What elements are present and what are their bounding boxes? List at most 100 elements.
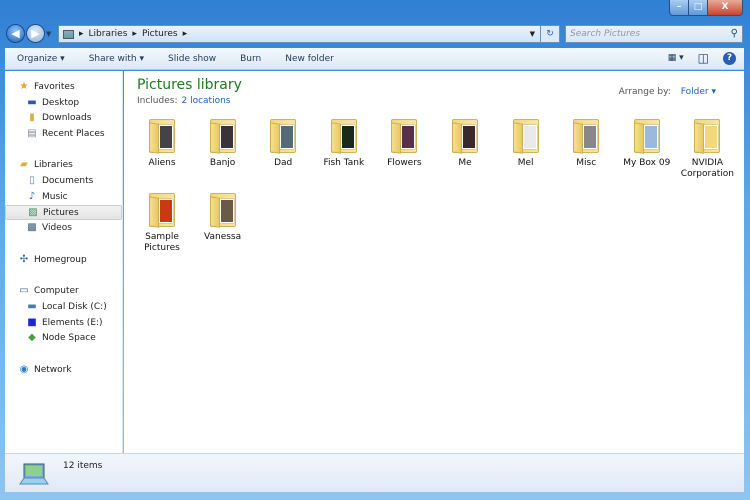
folder-icon bbox=[208, 191, 238, 229]
sidebar-item-pictures[interactable]: ▨ Pictures bbox=[5, 205, 122, 220]
folder-item[interactable]: Vanessa bbox=[194, 191, 252, 243]
folder-item[interactable]: Banjo bbox=[194, 117, 252, 169]
sidebar-item-label: Pictures bbox=[43, 207, 79, 218]
sidebar-item-recent-places[interactable]: ▤ Recent Places bbox=[26, 126, 104, 141]
sidebar-item-documents[interactable]: ▯ Documents bbox=[26, 173, 93, 188]
sidebar-item-label: Libraries bbox=[34, 159, 73, 170]
sidebar-item-label: Local Disk (C:) bbox=[42, 301, 107, 312]
breadcrumb-pictures[interactable]: Pictures bbox=[142, 29, 178, 39]
search-placeholder: Search Pictures bbox=[570, 29, 641, 39]
organize-button[interactable]: Organize ▾ bbox=[5, 54, 77, 64]
sidebar-item-label: Videos bbox=[42, 222, 72, 233]
folder-icon bbox=[208, 117, 238, 155]
folder-item[interactable]: Sample Pictures bbox=[133, 191, 191, 254]
sidebar-item-label: Favorites bbox=[34, 81, 75, 92]
preview-pane-icon[interactable]: ◫ bbox=[698, 51, 709, 65]
minimize-button[interactable]: – bbox=[670, 0, 689, 15]
recent-icon: ▤ bbox=[27, 128, 37, 139]
share-with-button[interactable]: Share with ▾ bbox=[77, 54, 156, 64]
sidebar-item-homegroup[interactable]: ✣ Homegroup bbox=[18, 252, 87, 267]
sidebar-item-label: Homegroup bbox=[34, 254, 87, 265]
folder-name: Dad bbox=[274, 158, 293, 168]
address-bar[interactable]: ▸ Libraries ▸ Pictures ▸ ▼ bbox=[58, 25, 560, 43]
new-folder-button[interactable]: New folder bbox=[273, 54, 346, 64]
folder-item[interactable]: Mel bbox=[497, 117, 555, 169]
search-input[interactable]: Search Pictures ⚲ bbox=[565, 25, 743, 43]
pictures-library-icon bbox=[19, 463, 49, 485]
includes-label: Includes: bbox=[137, 96, 178, 106]
navigation-pane: ★ Favorites ▬ Desktop ▮ Downloads ▤ Recent Plac… bbox=[5, 71, 123, 453]
command-bar: Organize ▾ Share with ▾ Slide show Burn … bbox=[5, 48, 744, 70]
recent-pages-chevron-icon[interactable]: ▼ bbox=[46, 30, 51, 38]
burn-button[interactable]: Burn bbox=[228, 54, 273, 64]
folder-name: Me bbox=[458, 158, 472, 168]
sidebar-item-downloads[interactable]: ▮ Downloads bbox=[26, 110, 91, 125]
folder-item[interactable]: My Box 09 bbox=[618, 117, 676, 169]
folder-item[interactable]: Me bbox=[436, 117, 494, 169]
close-button[interactable]: X bbox=[708, 0, 742, 15]
folder-name: Aliens bbox=[148, 158, 176, 168]
desktop-icon: ▬ bbox=[27, 97, 37, 108]
help-icon[interactable]: ? bbox=[723, 51, 736, 65]
sidebar-item-local-disk-c[interactable]: ▬ Local Disk (C:) bbox=[26, 299, 107, 314]
sidebar-item-elements-e[interactable]: ■ Elements (E:) bbox=[26, 315, 103, 330]
documents-icon: ▯ bbox=[29, 175, 35, 186]
computer-icon: ▭ bbox=[19, 285, 29, 296]
refresh-button[interactable]: ↻ bbox=[540, 25, 560, 43]
folder-item[interactable]: Fish Tank bbox=[315, 117, 373, 169]
libraries-icon: ▰ bbox=[20, 159, 28, 170]
downloads-icon: ▮ bbox=[29, 112, 35, 123]
sidebar-item-videos[interactable]: ▩ Videos bbox=[26, 220, 72, 235]
slide-show-button[interactable]: Slide show bbox=[156, 54, 228, 64]
arrange-by-dropdown[interactable]: Folder ▾ bbox=[681, 87, 716, 97]
folder-name: Misc bbox=[576, 158, 597, 168]
address-dropdown-icon[interactable]: ▼ bbox=[530, 30, 535, 38]
sidebar-item-music[interactable]: ♪ Music bbox=[26, 189, 68, 204]
folder-item[interactable]: Aliens bbox=[133, 117, 191, 169]
sidebar-item-label: Desktop bbox=[42, 97, 80, 108]
sidebar-item-computer[interactable]: ▭ Computer bbox=[18, 283, 79, 298]
folder-item[interactable]: Misc bbox=[557, 117, 615, 169]
file-list: Pictures library Includes: 2 locations Ar… bbox=[124, 71, 744, 453]
window-controls: – □ X bbox=[669, 0, 743, 16]
sidebar-item-libraries[interactable]: ▰ Libraries bbox=[18, 157, 73, 172]
sidebar-item-label: Music bbox=[42, 191, 68, 202]
sidebar-item-network[interactable]: ◉ Network bbox=[18, 362, 72, 377]
locations-link[interactable]: 2 locations bbox=[181, 96, 230, 106]
breadcrumb-separator: ▸ bbox=[132, 29, 137, 39]
breadcrumb-separator: ▸ bbox=[79, 29, 84, 39]
sidebar-item-label: Node Space bbox=[42, 332, 96, 343]
page-title: Pictures library bbox=[137, 77, 242, 93]
folder-icon bbox=[147, 191, 177, 229]
breadcrumb-chevron-icon[interactable]: ▸ bbox=[183, 29, 188, 39]
search-icon[interactable]: ⚲ bbox=[731, 28, 738, 39]
breadcrumb-libraries[interactable]: Libraries bbox=[89, 29, 128, 39]
sidebar-item-favorites[interactable]: ★ Favorites bbox=[18, 79, 75, 94]
sidebar-item-desktop[interactable]: ▬ Desktop bbox=[26, 95, 79, 110]
sidebar-item-label: Elements (E:) bbox=[42, 317, 103, 328]
folder-name: Sample Pictures bbox=[144, 232, 180, 253]
folder-item[interactable]: Dad bbox=[254, 117, 312, 169]
folder-icon bbox=[450, 117, 480, 155]
maximize-button[interactable]: □ bbox=[689, 0, 708, 15]
details-pane: 12 items bbox=[5, 453, 744, 492]
change-view-icon[interactable]: ▦ ▾ bbox=[668, 53, 684, 63]
explorer-window: – □ X ◀ ▶ ▼ ▸ Libraries ▸ Pictures ▸ ▼ ↻… bbox=[0, 0, 750, 500]
sidebar-item-label: Downloads bbox=[42, 112, 92, 123]
folder-icon bbox=[571, 117, 601, 155]
local-icon: ▬ bbox=[27, 301, 37, 312]
back-button[interactable]: ◀ bbox=[6, 24, 25, 43]
folder-name: Flowers bbox=[387, 158, 422, 168]
folder-icon bbox=[268, 117, 298, 155]
folder-name: Vanessa bbox=[204, 232, 242, 242]
folder-item[interactable]: Flowers bbox=[375, 117, 433, 169]
forward-button[interactable]: ▶ bbox=[26, 24, 45, 43]
library-includes: Includes: 2 locations bbox=[137, 96, 230, 106]
folder-item[interactable]: NVIDIA Corporation bbox=[678, 117, 736, 180]
node-icon: ◆ bbox=[28, 332, 36, 343]
sidebar-item-node-space[interactable]: ◆ Node Space bbox=[26, 330, 96, 345]
sidebar-item-label: Network bbox=[34, 364, 72, 375]
network-icon: ◉ bbox=[19, 364, 29, 375]
sidebar-item-label: Computer bbox=[34, 285, 79, 296]
pictures-icon: ▨ bbox=[28, 207, 38, 218]
